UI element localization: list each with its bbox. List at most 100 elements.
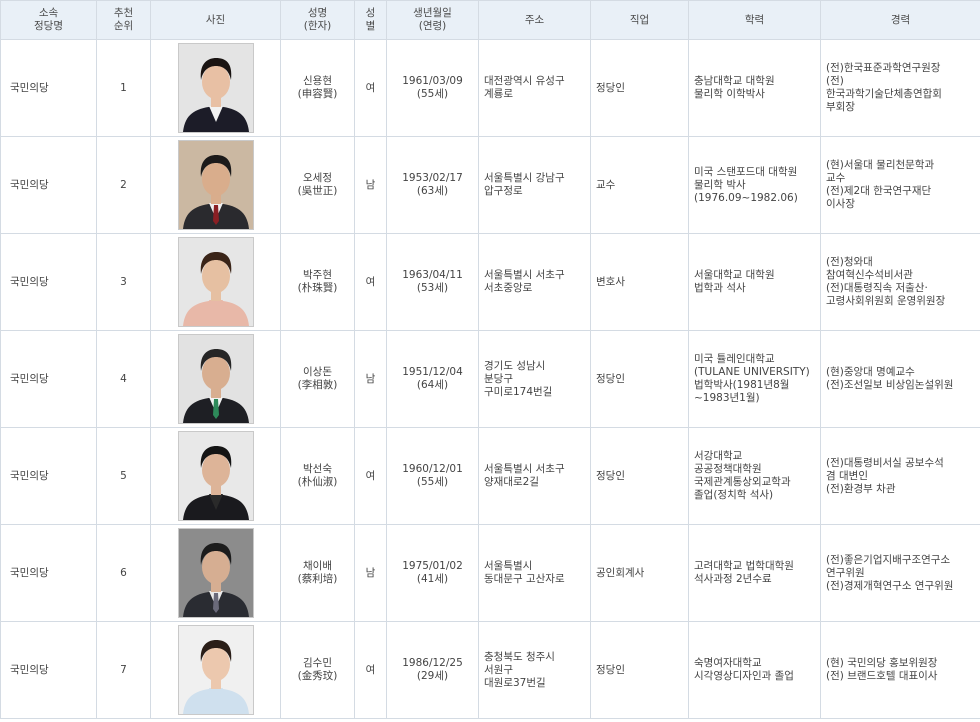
job-cell: 정당인	[590, 427, 689, 525]
job-cell: 정당인	[590, 621, 689, 719]
gender-cell: 남	[354, 330, 387, 428]
birth-cell: 1961/03/09 (55세)	[386, 39, 479, 137]
rank-cell: 7	[96, 621, 151, 719]
career-cell: (전)한국표준과학연구원장 (전) 한국과학기술단체총연합회 부회장	[820, 39, 980, 137]
header-gender: 성 별	[354, 0, 387, 40]
party-cell: 국민의당	[0, 39, 97, 137]
job-value: 정당인	[596, 663, 625, 676]
address-value: 서울특별시 동대문구 고산자로	[484, 560, 565, 585]
party-name: 국민의당	[10, 178, 49, 191]
education-cell: 고려대학교 법학대학원 석사과정 2년수료	[688, 524, 821, 622]
gender-cell: 여	[354, 233, 387, 331]
education-cell: 서강대학교 공공정책대학원 국제관계통상외교학과 졸업(정치학 석사)	[688, 427, 821, 525]
candidate-photo[interactable]	[177, 237, 254, 327]
name-cell: 박주현 (朴珠賢)	[280, 233, 355, 331]
birth-date: 1961/03/09 (55세)	[402, 75, 463, 100]
candidate-name: 신용현 (申容賢)	[297, 75, 338, 100]
career-cell: (전)대통령비서실 공보수석 겸 대변인 (전)환경부 차관	[820, 427, 980, 525]
address-value: 대전광역시 유성구 계룡로	[484, 75, 565, 100]
address-value: 서울특별시 강남구 압구정로	[484, 172, 565, 197]
career-value: (전)한국표준과학연구원장 (전) 한국과학기술단체총연합회 부회장	[826, 62, 942, 113]
header-name: 성명 (한자)	[280, 0, 355, 40]
name-cell: 김수민 (金秀玟)	[280, 621, 355, 719]
party-name: 국민의당	[10, 566, 49, 579]
name-cell: 신용현 (申容賢)	[280, 39, 355, 137]
photo-cell	[150, 524, 281, 622]
birth-date: 1951/12/04 (64세)	[402, 366, 463, 391]
candidate-photo[interactable]	[177, 528, 254, 618]
gender-cell: 여	[354, 427, 387, 525]
portrait-icon	[178, 335, 253, 423]
party-cell: 국민의당	[0, 524, 97, 622]
birth-date: 1960/12/01 (55세)	[402, 463, 463, 488]
job-cell: 공인회계사	[590, 524, 689, 622]
candidate-photo[interactable]	[177, 625, 254, 715]
candidate-table: 소속 정당명 추천 순위 사진 성명 (한자) 성 별 생년월일 (연령) 주소…	[0, 0, 980, 719]
career-cell: (전)청와대 참여혁신수석비서관 (전)대통령직속 저출산· 고령사회위원회 운…	[820, 233, 980, 331]
photo-cell	[150, 233, 281, 331]
candidate-name: 박선숙 (朴仙淑)	[297, 463, 338, 488]
birth-cell: 1975/01/02 (41세)	[386, 524, 479, 622]
candidate-photo[interactable]	[177, 334, 254, 424]
job-value: 공인회계사	[596, 566, 645, 579]
party-name: 국민의당	[10, 81, 49, 94]
portrait-icon	[178, 626, 253, 714]
job-value: 변호사	[596, 275, 625, 288]
name-cell: 박선숙 (朴仙淑)	[280, 427, 355, 525]
career-cell: (현) 국민의당 홍보위원장 (전) 브랜드호텔 대표이사	[820, 621, 980, 719]
gender-value: 여	[365, 81, 376, 94]
table-row: 국민의당 5 박선숙 (朴仙淑) 여 1960/12/01 (55세) 서울특별…	[0, 427, 980, 525]
candidate-name: 오세정 (吳世正)	[297, 172, 338, 197]
table-row: 국민의당 6 채이배 (蔡利培) 남 1975/01/02 (41세) 서울특별…	[0, 524, 980, 622]
birth-date: 1963/04/11 (53세)	[402, 269, 463, 294]
header-job: 직업	[590, 0, 689, 40]
rank-number: 5	[120, 469, 127, 482]
rank-cell: 6	[96, 524, 151, 622]
birth-date: 1986/12/25 (29세)	[402, 657, 463, 682]
header-photo: 사진	[150, 0, 281, 40]
rank-cell: 3	[96, 233, 151, 331]
portrait-icon	[178, 432, 253, 520]
education-value: 미국 스탠포드대 대학원 물리학 박사 (1976.09~1982.06)	[694, 165, 798, 204]
job-cell: 정당인	[590, 330, 689, 428]
name-cell: 이상돈 (李相敦)	[280, 330, 355, 428]
photo-cell	[150, 621, 281, 719]
rank-cell: 5	[96, 427, 151, 525]
rank-number: 2	[120, 178, 127, 191]
education-value: 서울대학교 대학원 법학과 석사	[694, 269, 775, 294]
address-value: 경기도 성남시 분당구 구미로174번길	[484, 359, 553, 398]
career-value: (전)좋은기업지배구조연구소 연구위원 (전)경제개혁연구소 연구위원	[826, 553, 954, 592]
portrait-icon	[178, 44, 253, 132]
address-cell: 서울특별시 동대문구 고산자로	[478, 524, 591, 622]
address-value: 서울특별시 서초구 양재대로2길	[484, 463, 565, 488]
education-cell: 미국 스탠포드대 대학원 물리학 박사 (1976.09~1982.06)	[688, 136, 821, 234]
party-cell: 국민의당	[0, 427, 97, 525]
education-cell: 충남대학교 대학원 물리학 이학박사	[688, 39, 821, 137]
candidate-name: 채이배 (蔡利培)	[297, 560, 338, 585]
career-value: (현)서울대 물리천문학과 교수 (전)제2대 한국연구재단 이사장	[826, 159, 935, 210]
education-value: 고려대학교 법학대학원 석사과정 2년수료	[694, 560, 794, 585]
education-value: 숙명여자대학교 시각영상디자인과 졸업	[694, 657, 794, 682]
party-name: 국민의당	[10, 372, 49, 385]
gender-cell: 여	[354, 621, 387, 719]
candidate-photo[interactable]	[177, 43, 254, 133]
header-address: 주소	[478, 0, 591, 40]
address-cell: 서울특별시 서초구 서초중앙로	[478, 233, 591, 331]
career-cell: (현)중앙대 명예교수 (전)조선일보 비상임논설위원	[820, 330, 980, 428]
name-cell: 채이배 (蔡利培)	[280, 524, 355, 622]
gender-value: 여	[365, 469, 376, 482]
education-cell: 서울대학교 대학원 법학과 석사	[688, 233, 821, 331]
career-value: (전)청와대 참여혁신수석비서관 (전)대통령직속 저출산· 고령사회위원회 운…	[826, 256, 946, 307]
rank-cell: 1	[96, 39, 151, 137]
education-cell: 숙명여자대학교 시각영상디자인과 졸업	[688, 621, 821, 719]
address-cell: 충청북도 청주시 서원구 대원로37번길	[478, 621, 591, 719]
party-cell: 국민의당	[0, 233, 97, 331]
party-name: 국민의당	[10, 469, 49, 482]
candidate-name: 이상돈 (李相敦)	[297, 366, 338, 391]
address-cell: 서울특별시 강남구 압구정로	[478, 136, 591, 234]
candidate-photo[interactable]	[177, 140, 254, 230]
candidate-photo[interactable]	[177, 431, 254, 521]
rank-number: 3	[120, 275, 127, 288]
address-cell: 경기도 성남시 분당구 구미로174번길	[478, 330, 591, 428]
education-cell: 미국 튤레인대학교 (TULANE UNIVERSITY) 법학박사(1981년…	[688, 330, 821, 428]
